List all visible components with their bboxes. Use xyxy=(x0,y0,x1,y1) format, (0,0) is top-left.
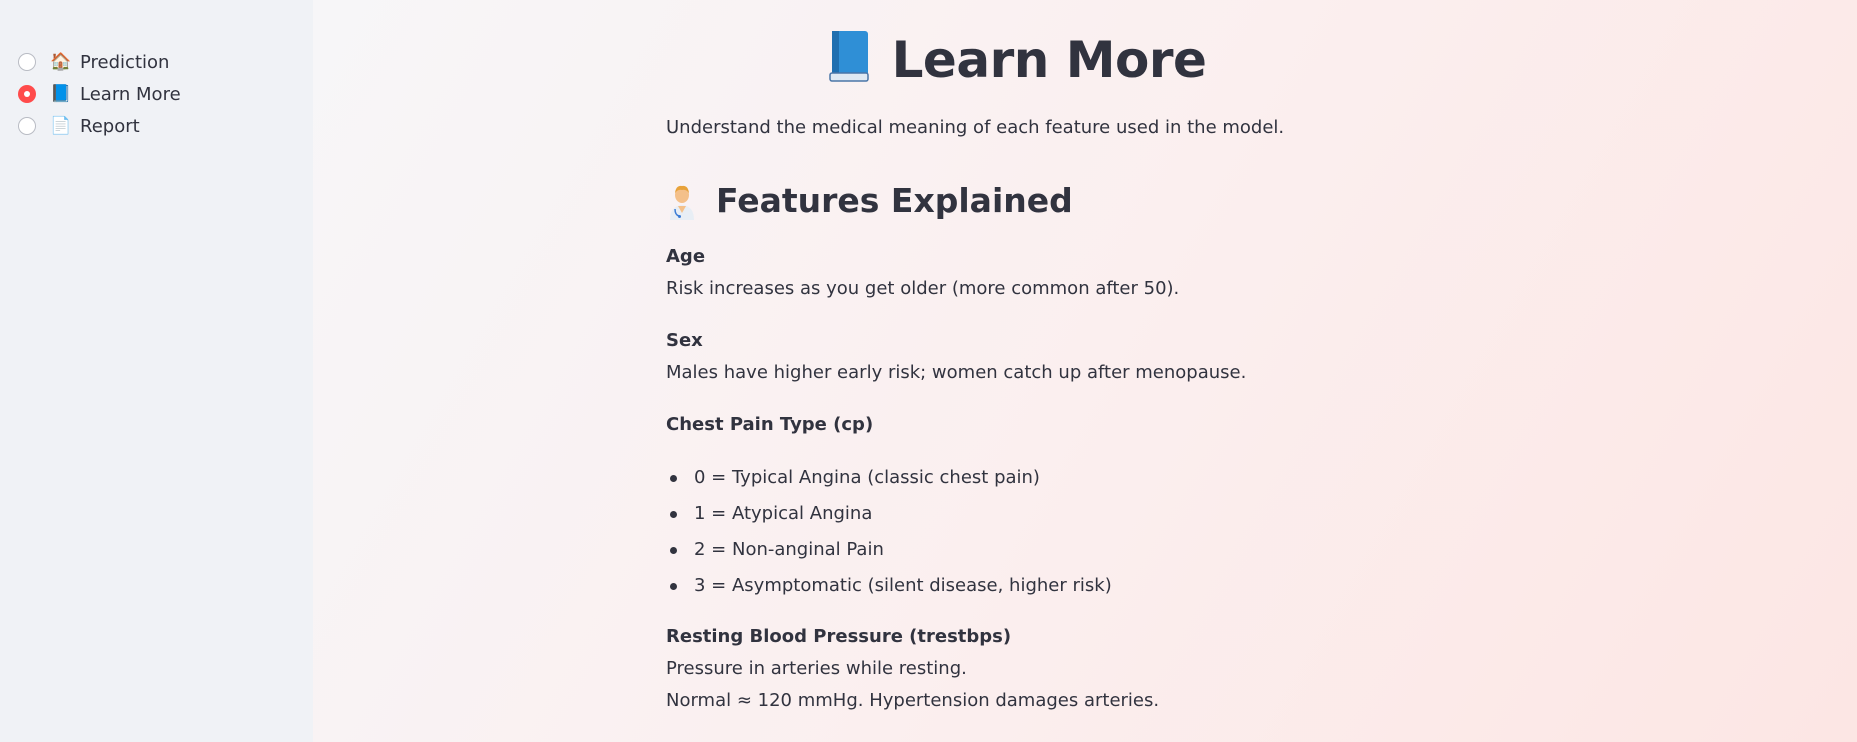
feature-title-trestbps: Resting Blood Pressure (trestbps) xyxy=(666,626,1012,647)
nav-item-report[interactable]: 📄 Report xyxy=(18,110,181,142)
list-item: 0 = Typical Angina (classic chest pain) xyxy=(666,460,1112,496)
nav-item-learn-more[interactable]: 📘 Learn More xyxy=(18,78,181,110)
nav-item-prediction[interactable]: 🏠 Prediction xyxy=(18,46,181,78)
page-icon: 📄 xyxy=(50,116,72,136)
page-title: Learn More xyxy=(666,28,1366,92)
cp-list: 0 = Typical Angina (classic chest pain) … xyxy=(666,460,1112,604)
blue-book-icon xyxy=(828,31,869,82)
nav-label: Report xyxy=(80,115,140,137)
house-icon: 🏠 xyxy=(50,52,72,72)
feature-text-trestbps-2: Normal ≈ 120 mmHg. Hypertension damages … xyxy=(666,690,1160,711)
feature-title-age: Age xyxy=(666,246,706,267)
radio-button[interactable] xyxy=(18,53,36,71)
main-content: Learn More Understand the medical meanin… xyxy=(313,0,1857,742)
radio-button-selected[interactable] xyxy=(18,85,36,103)
list-item: 2 = Non-anginal Pain xyxy=(666,532,1112,568)
feature-text-trestbps-1: Pressure in arteries while resting. xyxy=(666,658,967,679)
feature-text-age: Risk increases as you get older (more co… xyxy=(666,278,1180,299)
sidebar: 🏠 Prediction 📘 Learn More 📄 Report xyxy=(0,0,313,742)
doctor-icon xyxy=(670,185,694,220)
feature-title-sex: Sex xyxy=(666,330,703,351)
nav-label: Prediction xyxy=(80,51,170,73)
blue-book-icon: 📘 xyxy=(50,84,72,104)
list-item: 1 = Atypical Angina xyxy=(666,496,1112,532)
intro-text: Understand the medical meaning of each f… xyxy=(666,117,1285,138)
list-item: 3 = Asymptomatic (silent disease, higher… xyxy=(666,568,1112,604)
section-heading: Features Explained xyxy=(666,178,1073,224)
feature-text-sex: Males have higher early risk; women catc… xyxy=(666,362,1247,383)
feature-title-cp: Chest Pain Type (cp) xyxy=(666,414,874,435)
nav-label: Learn More xyxy=(80,83,181,105)
page-navigation: 🏠 Prediction 📘 Learn More 📄 Report xyxy=(18,46,181,142)
radio-button[interactable] xyxy=(18,117,36,135)
